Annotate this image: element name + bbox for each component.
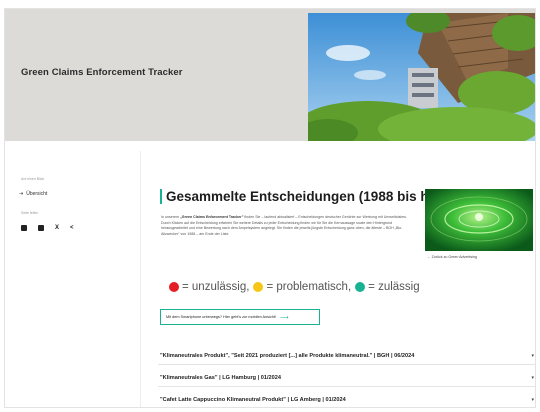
green-advertising-image[interactable] (425, 189, 533, 251)
mobile-view-button[interactable]: Mit dem Smartphone unterwegs? Hier geht'… (160, 309, 320, 325)
legend-label-problematisch: = problematisch, (266, 281, 352, 293)
sidebar (5, 151, 141, 407)
chevron-down-icon: ▾ (531, 396, 534, 403)
arrow-left-icon: ⇥ (19, 191, 24, 197)
decision-title: "Cafet Latte Cappuccino Klimaneutral Pro… (160, 396, 346, 403)
thumb-caption-label: Zurück zu Green Advertising (431, 255, 477, 259)
hero-title: Green Claims Enforcement Tracker (21, 67, 183, 78)
linkedin-icon[interactable] (21, 225, 27, 231)
back-link-label: Übersicht (26, 191, 48, 197)
decision-title: "Klimaneutrales Gas" | LG Hamburg | 01/2… (160, 374, 281, 381)
back-to-green-advertising-link[interactable]: ← Zurück zu Green Advertising (427, 255, 477, 259)
yellow-dot-icon (253, 282, 264, 292)
legend-label-unzulaessig: = unzulässig, (182, 281, 250, 293)
hero-banner: Green Claims Enforcement Tracker (5, 9, 535, 141)
facebook-icon[interactable] (38, 225, 44, 231)
traffic-light-legend: = unzulässig, = problematisch, = zulässi… (169, 281, 424, 293)
sidebar-section-label: Auf einen Blick (21, 177, 45, 181)
red-dot-icon (169, 282, 179, 292)
green-dot-icon (355, 282, 366, 292)
intro-text: In unserem „Green Claims Enforcement Tra… (161, 215, 413, 237)
share-icon[interactable]: < (70, 225, 74, 231)
decision-accordion-item[interactable]: "Klimaneutrales Gas" | LG Hamburg | 01/2… (158, 369, 535, 387)
arrow-right-icon: ⟶ (280, 314, 289, 321)
x-icon[interactable]: X (55, 225, 59, 231)
page-frame: Green Claims Enforcement Tracker Auf ein… (4, 8, 536, 408)
intro-bold: „Green Claims Enforcement Tracker" (179, 215, 244, 219)
page-title: Gesammelte Entscheidungen (1988 bis heut… (160, 189, 461, 204)
decision-title: "Klimaneutrales Produkt", "Seit 2021 pro… (160, 352, 415, 359)
legend-label-zulaessig: = zulässig (368, 281, 420, 293)
decision-accordion-item[interactable]: "Cafet Latte Cappuccino Klimaneutral Pro… (158, 391, 535, 407)
back-to-overview-link[interactable]: ⇥ Übersicht (19, 191, 47, 197)
chevron-down-icon: ▾ (531, 374, 534, 381)
hero-image (308, 13, 535, 141)
share-icons: X < (21, 225, 74, 231)
intro-lead: In unserem (161, 215, 180, 219)
decision-accordion-item[interactable]: "Klimaneutrales Produkt", "Seit 2021 pro… (158, 347, 535, 365)
share-section-label: Seite teilen (21, 211, 39, 215)
mobile-button-label: Mit dem Smartphone unterwegs? Hier geht'… (166, 315, 277, 319)
chevron-down-icon: ▾ (531, 352, 534, 359)
